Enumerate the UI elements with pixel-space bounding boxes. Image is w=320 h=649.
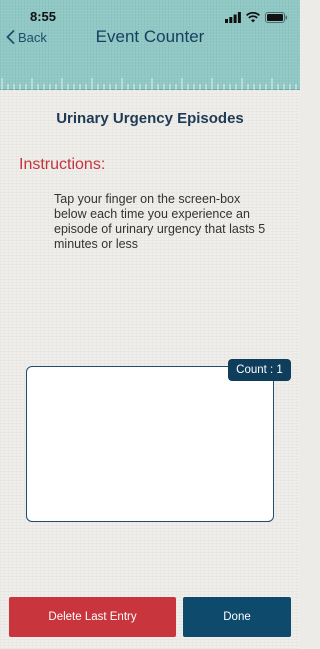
page-title: Urinary Urgency Episodes <box>56 110 244 127</box>
nav-bar: Back Event Counter <box>0 26 300 50</box>
wifi-icon <box>246 11 260 22</box>
delete-button-label: Delete Last Entry <box>48 611 137 623</box>
app-header: 8:55 Back Event Counter <box>0 0 300 90</box>
tap-counter-box[interactable] <box>26 366 274 522</box>
delete-last-entry-button[interactable]: Delete Last Entry <box>9 597 176 637</box>
signal-icon <box>225 11 241 23</box>
nav-title: Event Counter <box>95 27 205 46</box>
done-button-label: Done <box>223 611 251 623</box>
done-button[interactable]: Done <box>183 597 291 637</box>
ruler-graphic <box>1 78 297 90</box>
count-badge: Count : 1 <box>228 359 291 381</box>
status-time: 8:55 <box>30 9 57 24</box>
battery-icon <box>265 11 288 23</box>
status-icons <box>225 11 288 23</box>
instructions-text: Tap your finger on the screen-box below … <box>54 192 266 251</box>
instructions-heading: Instructions: <box>19 156 106 173</box>
